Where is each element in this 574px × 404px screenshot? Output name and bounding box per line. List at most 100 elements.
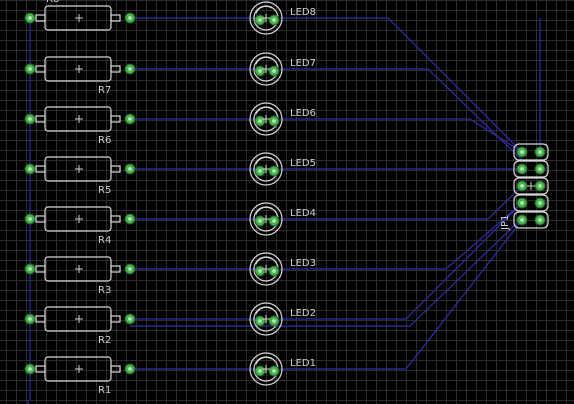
led-pad-anode[interactable] — [254, 265, 266, 277]
trace-led4-to-header[interactable] — [280, 185, 523, 220]
led-pad-anode[interactable] — [254, 315, 266, 327]
header-pad-left-1[interactable] — [516, 146, 528, 158]
header-pad-left-5[interactable] — [516, 214, 528, 226]
header-pad-right-4[interactable] — [534, 197, 546, 209]
led-pad-anode[interactable] — [254, 14, 266, 26]
led-pad-anode[interactable] — [254, 215, 266, 227]
header-pad-right-5[interactable] — [534, 214, 546, 226]
header-pad-right-2[interactable] — [534, 163, 546, 175]
resistor-r4[interactable] — [24, 206, 136, 232]
resistor-pad-left-drill — [28, 67, 32, 71]
resistor-lead-left — [35, 215, 46, 223]
led-pad-cathode[interactable] — [268, 65, 280, 77]
resistor-r8[interactable] — [24, 5, 136, 31]
led-label-led5: LED5 — [290, 158, 316, 169]
trace-led8-to-header[interactable] — [280, 17, 523, 153]
led-flat-arc — [255, 356, 273, 365]
resistor-pad-right-drill — [128, 367, 132, 371]
led-pad-cathode[interactable] — [268, 115, 280, 127]
resistor-pad-right-drill — [128, 117, 132, 121]
resistor-lead-right — [110, 65, 121, 73]
header-pad-right-3[interactable] — [534, 180, 546, 192]
resistor-r5[interactable] — [24, 156, 136, 182]
resistor-r7[interactable] — [24, 56, 136, 82]
header-pad-left-2-drill — [520, 167, 524, 171]
led-pad-cathode[interactable] — [268, 215, 280, 227]
trace-led6-to-header[interactable] — [280, 118, 523, 153]
trace-led2-to-header[interactable] — [280, 202, 523, 320]
led-pad-cathode[interactable] — [268, 365, 280, 377]
resistor-pad-left[interactable] — [24, 163, 36, 175]
led-pad-anode-drill — [258, 119, 262, 123]
resistor-pad-right[interactable] — [124, 163, 136, 175]
resistor-lead-left — [35, 165, 46, 173]
trace-led3-to-header[interactable] — [280, 202, 523, 270]
led-pad-anode-drill — [258, 369, 262, 373]
resistor-pad-right[interactable] — [124, 363, 136, 375]
resistor-pad-left[interactable] — [24, 213, 36, 225]
resistor-lead-left — [35, 115, 46, 123]
resistor-pad-left[interactable] — [24, 63, 36, 75]
led-pad-cathode[interactable] — [268, 14, 280, 26]
led-pad-cathode[interactable] — [268, 165, 280, 177]
resistor-pad-right[interactable] — [124, 63, 136, 75]
header-pad-right-1[interactable] — [534, 146, 546, 158]
pcb-board-canvas[interactable]: LED8 R7 LED7 R6 LED6 R5 LED5 R4 LED4 R3 LED3 R2 LED2… — [0, 0, 574, 404]
resistor-lead-right — [110, 115, 121, 123]
led-pad-cathode-drill — [272, 369, 276, 373]
row2-lower-route[interactable] — [409, 219, 521, 327]
led-pad-cathode[interactable] — [268, 315, 280, 327]
header-pad-right-3-drill — [538, 184, 542, 188]
led-pad-anode[interactable] — [254, 365, 266, 377]
led-label-led1: LED1 — [290, 358, 316, 369]
led-pad-cathode[interactable] — [268, 265, 280, 277]
resistor-pad-left[interactable] — [24, 12, 36, 24]
led-pad-cathode-drill — [272, 319, 276, 323]
resistor-r2[interactable] — [24, 306, 136, 332]
resistor-pad-right[interactable] — [124, 113, 136, 125]
resistor-pad-right[interactable] — [124, 263, 136, 275]
resistor-pad-right[interactable] — [124, 12, 136, 24]
header-jp1[interactable] — [513, 143, 549, 229]
resistor-r3[interactable] — [24, 256, 136, 282]
led-label-led6: LED6 — [290, 108, 316, 119]
led-pad-anode[interactable] — [254, 115, 266, 127]
led-pad-anode-drill — [258, 219, 262, 223]
resistor-pad-right[interactable] — [124, 313, 136, 325]
resistor-r6[interactable] — [24, 106, 136, 132]
trace-led1-to-header[interactable] — [280, 219, 523, 370]
led-pad-anode-drill — [258, 319, 262, 323]
led-label-led4: LED4 — [290, 208, 316, 219]
resistor-pad-right[interactable] — [124, 213, 136, 225]
resistor-lead-left — [35, 14, 46, 22]
resistor-pad-left[interactable] — [24, 363, 36, 375]
trace-led7-to-header[interactable] — [280, 68, 523, 161]
resistor-origin-cross — [75, 265, 83, 273]
header-pad-left-3[interactable] — [516, 180, 528, 192]
led-flat-arc — [255, 56, 273, 65]
resistor-pad-left-drill — [28, 16, 32, 20]
resistor-pad-left-drill — [28, 367, 32, 371]
resistor-pad-right-drill — [128, 267, 132, 271]
resistor-pad-left-drill — [28, 217, 32, 221]
resistor-lead-left — [35, 315, 46, 323]
resistor-origin-cross — [75, 165, 83, 173]
led-flat-arc — [255, 5, 273, 14]
resistor-pad-left[interactable] — [24, 263, 36, 275]
header-pad-right-5-drill — [538, 218, 542, 222]
resistor-lead-right — [110, 165, 121, 173]
header-pad-right-1-drill — [538, 150, 542, 154]
resistor-label-r8: R8 — [46, 0, 59, 5]
resistor-r1[interactable] — [24, 356, 136, 382]
led-pad-anode-drill — [258, 69, 262, 73]
led-pad-cathode-drill — [272, 119, 276, 123]
header-pad-left-2[interactable] — [516, 163, 528, 175]
resistor-pad-left[interactable] — [24, 113, 36, 125]
resistor-origin-cross — [75, 365, 83, 373]
header-pad-left-4[interactable] — [516, 197, 528, 209]
led-pad-anode[interactable] — [254, 65, 266, 77]
resistor-pad-left[interactable] — [24, 313, 36, 325]
led-pad-cathode-drill — [272, 169, 276, 173]
led-flat-arc — [255, 156, 273, 165]
led-pad-anode[interactable] — [254, 165, 266, 177]
